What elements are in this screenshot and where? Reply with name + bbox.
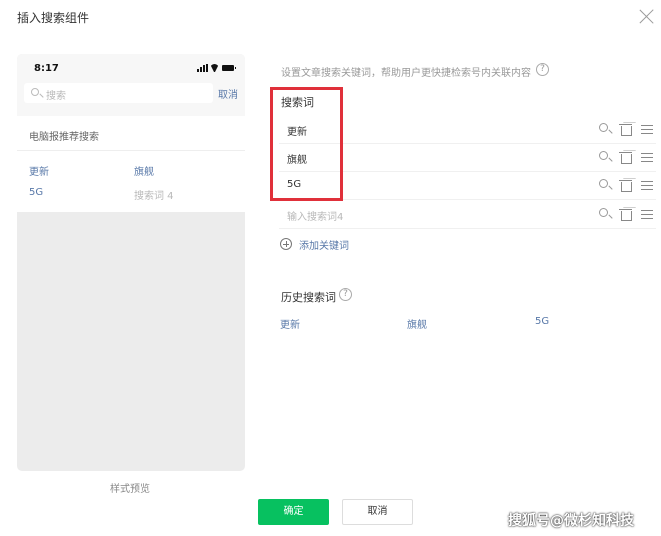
trash-icon[interactable] [619, 124, 632, 136]
help-icon[interactable]: ? [536, 63, 549, 76]
preview-item: 搜索词 4 [134, 191, 174, 202]
signal-icon [206, 64, 208, 72]
signal-icon [203, 65, 205, 72]
hint-text: 设置文章搜索关键词，帮助用户更快捷检索号内关联内容 [281, 68, 531, 79]
history-item[interactable]: 更新 [280, 316, 300, 331]
signal-icon [197, 69, 199, 72]
plus-circle-icon [280, 238, 292, 250]
preview-recommend-panel: 电脑报推荐搜索 更新 旗舰 5G 搜索词 4 [17, 116, 245, 212]
history-label: 历史搜索词 [281, 291, 336, 304]
signal-icon [200, 67, 202, 72]
preview-cancel: 取消 [218, 90, 238, 101]
preview-item: 旗舰 [134, 167, 154, 178]
preview-label: 样式预览 [110, 484, 150, 495]
phone-preview: 8:17 搜索 取消 电脑报推荐搜索 更新 旗舰 5G 搜索词 4 [17, 54, 245, 471]
history-item[interactable]: 5G [535, 316, 549, 327]
new-keyword-input[interactable]: 输入搜索词4 [287, 208, 343, 223]
status-icons [197, 64, 237, 72]
trash-icon[interactable] [619, 180, 632, 192]
preview-item: 更新 [29, 167, 49, 178]
battery-icon [222, 65, 236, 71]
keyword-text[interactable]: 旗舰 [287, 151, 307, 166]
help-icon[interactable]: ? [339, 288, 352, 301]
phone-header: 8:17 搜索 取消 [17, 54, 245, 116]
keywords-label: 搜索词 [281, 96, 314, 109]
history-item[interactable]: 旗舰 [407, 316, 427, 331]
preview-item: 5G [29, 187, 44, 198]
recommend-title: 电脑报推荐搜索 [29, 132, 99, 143]
drag-handle-icon[interactable] [641, 181, 653, 190]
preview-search-placeholder: 搜索 [46, 91, 66, 102]
drag-handle-icon[interactable] [641, 125, 653, 134]
watermark: 搜狐号@微杉知科技 [508, 513, 634, 529]
search-icon[interactable] [599, 179, 608, 188]
keyword-row: 旗舰 [279, 143, 656, 172]
search-icon[interactable] [599, 208, 608, 217]
status-time: 8:17 [34, 63, 59, 74]
wifi-icon [210, 64, 219, 72]
cancel-button[interactable]: 取消 [342, 499, 413, 525]
keyword-text[interactable]: 5G [287, 179, 301, 190]
add-keyword-label: 添加关键词 [299, 241, 349, 252]
search-icon [31, 88, 39, 96]
search-icon[interactable] [599, 151, 608, 160]
keyword-row: 5G [279, 171, 656, 200]
preview-search-box: 搜索 [24, 83, 213, 103]
keyword-row: 输入搜索词4 [279, 200, 656, 229]
divider [17, 150, 245, 151]
trash-icon[interactable] [619, 209, 632, 221]
drag-handle-icon[interactable] [641, 210, 653, 219]
drag-handle-icon[interactable] [641, 153, 653, 162]
keyword-text[interactable]: 更新 [287, 123, 307, 138]
trash-icon[interactable] [619, 152, 632, 164]
search-icon[interactable] [599, 123, 608, 132]
close-icon[interactable] [639, 8, 655, 24]
dialog-title: 插入搜索组件 [17, 11, 90, 25]
confirm-button[interactable]: 确定 [258, 499, 329, 525]
keyword-row: 更新 [279, 115, 656, 144]
